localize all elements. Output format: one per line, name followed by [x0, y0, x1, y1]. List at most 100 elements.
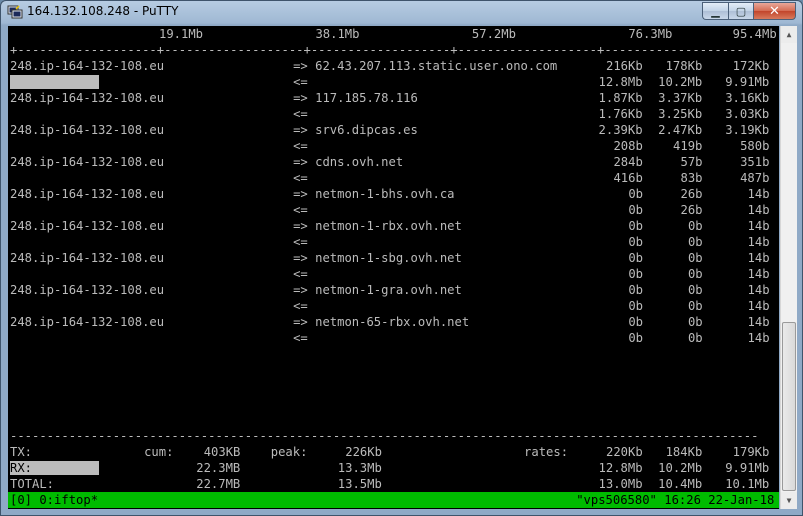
- rx-rate: 0b: [628, 203, 644, 217]
- tx-rate: 0b: [687, 315, 703, 329]
- rx-cum: 22.3MB: [196, 461, 241, 475]
- status-right: "vps506580" 16:26 22-Jan-18: [576, 493, 775, 507]
- remote-host: => netmon-1-gra.ovh.net: [293, 283, 462, 297]
- tx-rate: 1.87Kb: [598, 91, 643, 105]
- rx-rate: 10.2Mb: [658, 75, 703, 89]
- local-host: 248.ip-164-132-108.eu: [10, 283, 165, 297]
- tx-rate: 0b: [628, 315, 644, 329]
- rx-rate: 0b: [687, 331, 703, 345]
- rx-arrow: <=: [293, 235, 308, 249]
- rx-peak: 13.3Mb: [337, 461, 382, 475]
- tx-rate: 57b: [680, 155, 703, 169]
- rx-rate: 0b: [628, 235, 644, 249]
- total-cum: 22.7MB: [196, 477, 241, 491]
- rx-rate: 487b: [740, 171, 770, 185]
- remote-host: => 62.43.207.113.static.user.ono.com: [293, 59, 558, 73]
- tx-rate: 0b: [628, 283, 644, 297]
- vertical-scrollbar[interactable]: ▲ ▼: [780, 26, 797, 509]
- remote-host: => netmon-1-bhs.ovh.ca: [293, 187, 455, 201]
- tx-total-rate: 179Kb: [732, 445, 770, 459]
- tx-rate: 14b: [747, 251, 770, 265]
- tx-rate: 284b: [613, 155, 643, 169]
- rx-rate: 1.76Kb: [598, 107, 643, 121]
- rx-rate: 580b: [740, 139, 770, 153]
- window-list: [0] 0:iftop*: [10, 493, 99, 507]
- tx-rate: 0b: [687, 251, 703, 265]
- total-rate: 13.0Mb: [598, 477, 643, 491]
- tx-rate: 0b: [628, 219, 644, 233]
- remote-host: => 117.185.78.116: [293, 91, 418, 105]
- rx-rate: 14b: [747, 203, 770, 217]
- rx-rate: 3.03Kb: [725, 107, 770, 121]
- rx-rate: 14b: [747, 235, 770, 249]
- remote-host: => netmon-1-sbg.ovh.net: [293, 251, 462, 265]
- rx-arrow: <=: [293, 267, 308, 281]
- rx-rate: 0b: [687, 299, 703, 313]
- rx-total-rate: 12.8Mb: [598, 461, 643, 475]
- tmux-status-bar: [0] 0:iftop* "vps506580" 16:26 22-Jan-18: [8, 492, 779, 508]
- scrollbar-thumb[interactable]: [782, 322, 796, 491]
- rx-arrow: <=: [293, 75, 308, 89]
- window-controls: ▁ ▢ ✕: [702, 2, 796, 20]
- scale-mark: 95.4Mb: [732, 27, 777, 41]
- rx-arrow: <=: [293, 331, 308, 345]
- tx-rate: 0b: [628, 251, 644, 265]
- tx-cum: 403KB: [203, 445, 241, 459]
- local-host: 248.ip-164-132-108.eu: [10, 187, 165, 201]
- tx-rate: 14b: [747, 315, 770, 329]
- close-button[interactable]: ✕: [753, 2, 796, 20]
- tx-rate: 351b: [740, 155, 770, 169]
- rx-rate: 0b: [687, 267, 703, 281]
- rx-rate: 14b: [747, 331, 770, 345]
- scroll-down-arrow-icon[interactable]: ▼: [781, 492, 797, 509]
- local-host: 248.ip-164-132-108.eu: [10, 59, 165, 73]
- tx-label: TX:: [10, 445, 33, 459]
- remote-host: => netmon-65-rbx.ovh.net: [293, 315, 470, 329]
- cursor-highlight: [10, 75, 100, 89]
- maximize-button[interactable]: ▢: [728, 2, 753, 20]
- tx-rate: 14b: [747, 283, 770, 297]
- rx-rate: 0b: [628, 267, 644, 281]
- rx-rate: 3.25Kb: [658, 107, 703, 121]
- tx-total-rate: 220Kb: [606, 445, 643, 459]
- rx-rate: 26b: [680, 203, 703, 217]
- tx-rate: 0b: [628, 187, 644, 201]
- rx-arrow: <=: [293, 203, 308, 217]
- minimize-button[interactable]: ▁: [702, 2, 728, 20]
- tx-rate: 216Kb: [606, 59, 643, 73]
- rx-arrow: <=: [293, 139, 308, 153]
- cum-label: cum:: [144, 445, 174, 459]
- tx-total-rate: 184Kb: [665, 445, 703, 459]
- rx-total-rate: 10.2Mb: [658, 461, 703, 475]
- scale-ruler-line: +-------------------+-------------------…: [10, 43, 744, 57]
- total-rate: 10.4Mb: [658, 477, 703, 491]
- putty-icon: [7, 5, 23, 19]
- tx-rate: 2.39Kb: [598, 123, 643, 137]
- total-peak: 13.5Mb: [337, 477, 382, 491]
- rx-rate: 14b: [747, 299, 770, 313]
- rx-label: RX:: [10, 461, 33, 475]
- rx-total-rate: 9.91Mb: [725, 461, 770, 475]
- window-title: 164.132.108.248 - PuTTY: [27, 4, 179, 18]
- terminal-screen[interactable]: 19.1Mb 38.1Mb 57.2Mb 76.3Mb 95.4Mb +---------…: [8, 26, 779, 509]
- rx-arrow: <=: [293, 171, 308, 185]
- scale-mark: 38.1Mb: [315, 27, 360, 41]
- title-bar[interactable]: 164.132.108.248 - PuTTY ▁ ▢ ✕: [1, 1, 802, 25]
- rx-rate: 14b: [747, 267, 770, 281]
- local-host: 248.ip-164-132-108.eu: [10, 91, 165, 105]
- tx-rate: 0b: [687, 283, 703, 297]
- peak-label: peak:: [270, 445, 308, 459]
- rx-rate: 416b: [613, 171, 643, 185]
- tx-rate: 3.19Kb: [725, 123, 770, 137]
- tx-rate: 2.47Kb: [658, 123, 703, 137]
- rates-label: rates:: [524, 445, 569, 459]
- total-rate: 10.1Mb: [725, 477, 770, 491]
- total-label: TOTAL:: [10, 477, 55, 491]
- rx-rate: 12.8Mb: [598, 75, 643, 89]
- remote-host: => cdns.ovh.net: [293, 155, 404, 169]
- rx-rate: 83b: [680, 171, 703, 185]
- scale-mark: 76.3Mb: [628, 27, 673, 41]
- scale-mark: 57.2Mb: [471, 27, 516, 41]
- scroll-up-arrow-icon[interactable]: ▲: [781, 26, 797, 43]
- local-host: 248.ip-164-132-108.eu: [10, 123, 165, 137]
